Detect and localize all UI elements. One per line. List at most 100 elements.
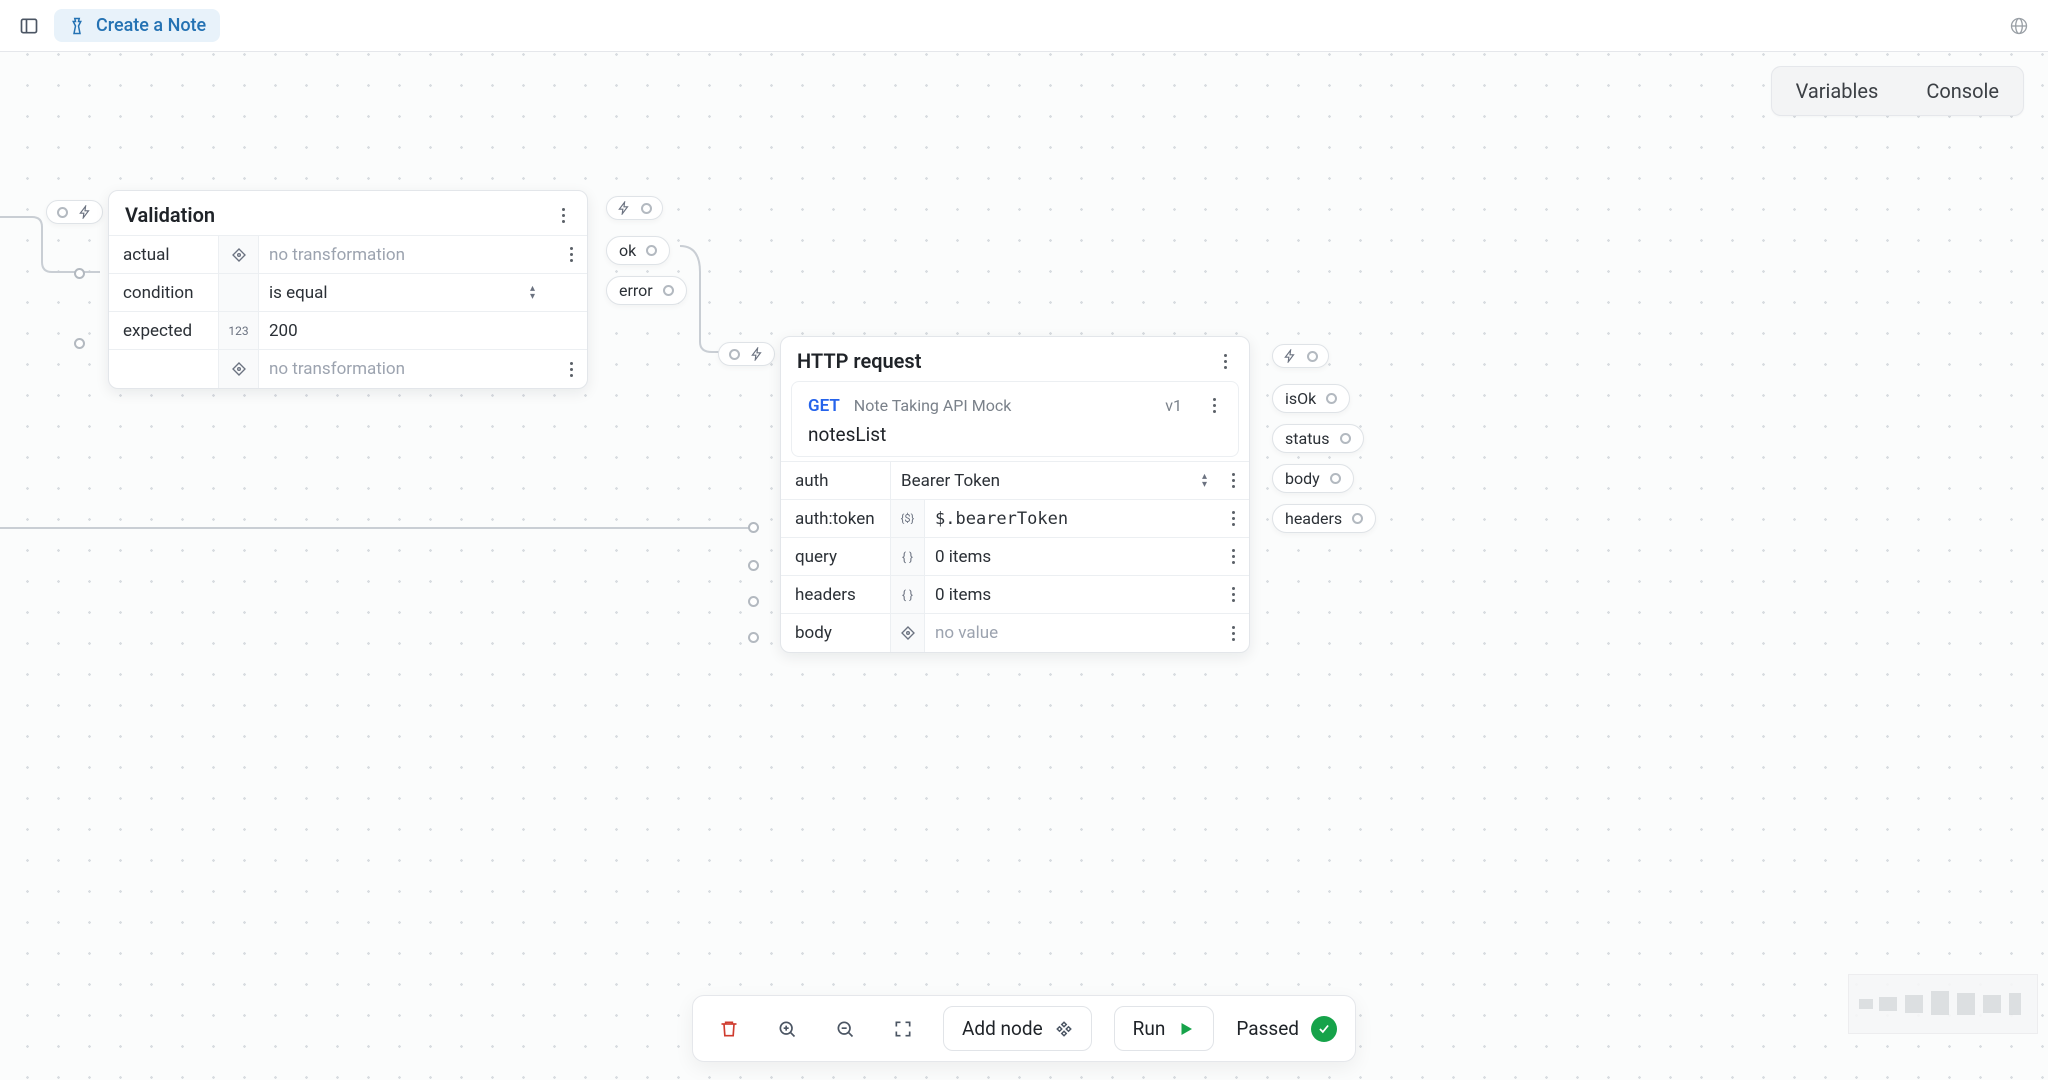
fit-view-button[interactable] — [885, 1011, 921, 1047]
http-run-port[interactable] — [1272, 344, 1329, 368]
validation-run-port[interactable] — [606, 196, 663, 220]
row-value[interactable]: is equal ▴▾ — [259, 274, 555, 311]
row-value[interactable]: 0 items — [925, 576, 1217, 613]
validation-node-title: Validation — [125, 203, 215, 227]
bolt-icon — [617, 201, 631, 215]
row-label: query — [781, 538, 891, 575]
validation-output-error[interactable]: error — [606, 276, 687, 305]
validation-row-actual: actual no transformation — [109, 236, 587, 274]
validation-output-ok[interactable]: ok — [606, 236, 670, 265]
row-value[interactable]: $.bearerToken — [925, 500, 1217, 537]
panel-toggle-icon[interactable] — [14, 11, 44, 41]
row-label: condition — [109, 274, 219, 311]
bolt-icon — [750, 347, 764, 361]
http-input-handle-1[interactable] — [748, 522, 759, 533]
run-button[interactable]: Run — [1114, 1006, 1215, 1051]
validation-input-handle-2[interactable] — [74, 338, 85, 349]
http-request-node[interactable]: HTTP request GET Note Taking API Mock v1… — [780, 336, 1250, 653]
row-menu[interactable] — [1225, 469, 1241, 492]
minimap[interactable] — [1848, 974, 2038, 1034]
port-ring-icon — [1330, 473, 1341, 484]
workspace-title-pill[interactable]: Create a Note — [54, 9, 220, 42]
row-label: auth — [781, 462, 891, 499]
row-menu[interactable] — [1225, 583, 1241, 606]
row-menu[interactable] — [1225, 545, 1241, 568]
http-input-handle-3[interactable] — [748, 596, 759, 607]
transform-icon[interactable] — [219, 236, 259, 273]
row-value[interactable]: Bearer Token — [891, 462, 1185, 499]
http-endpoint-summary[interactable]: GET Note Taking API Mock v1 notesList — [791, 381, 1239, 457]
http-row-auth-token: auth:token {$} $.bearerToken — [781, 500, 1249, 538]
http-node-menu[interactable] — [1217, 350, 1233, 373]
row-label: auth:token — [781, 500, 891, 537]
row-menu[interactable] — [563, 243, 579, 266]
http-output-isok[interactable]: isOk — [1272, 384, 1350, 413]
row-value[interactable]: 200 — [259, 312, 555, 349]
transform-icon[interactable] — [891, 614, 925, 652]
row-menu[interactable] — [1225, 622, 1241, 645]
object-badge-icon: { } — [891, 576, 925, 613]
select-caret-icon[interactable]: ▴▾ — [530, 285, 545, 301]
status-passed-icon — [1311, 1016, 1337, 1042]
select-caret-icon[interactable]: ▴▾ — [1202, 473, 1217, 489]
bottom-toolbar: Add node Run Passed — [692, 995, 1356, 1062]
type-badge-number: 123 — [219, 312, 259, 349]
http-output-headers[interactable]: headers — [1272, 504, 1376, 533]
http-row-headers: headers { } 0 items — [781, 576, 1249, 614]
port-ring-icon — [663, 285, 674, 296]
row-label: body — [781, 614, 891, 652]
row-label: actual — [109, 236, 219, 273]
port-ring-icon — [641, 203, 652, 214]
http-api-version: v1 — [1165, 396, 1182, 415]
http-row-body: body no value — [781, 614, 1249, 652]
type-badge — [219, 274, 259, 311]
port-ring-icon — [729, 349, 740, 360]
port-ring-icon — [1326, 393, 1337, 404]
row-label: expected — [109, 312, 219, 349]
http-input-handle-4[interactable] — [748, 632, 759, 643]
http-node-title: HTTP request — [797, 349, 921, 373]
right-panel-tabs: Variables Console — [1771, 66, 2024, 116]
var-badge-icon: {$} — [891, 500, 925, 537]
port-ring-icon — [1307, 351, 1318, 362]
http-endpoint-name: notesList — [808, 423, 1222, 446]
bolt-icon — [1283, 349, 1297, 363]
row-menu[interactable] — [1225, 507, 1241, 530]
workspace-title: Create a Note — [96, 15, 206, 36]
http-output-status[interactable]: status — [1272, 424, 1364, 453]
upstream-trigger-port[interactable] — [46, 200, 103, 224]
object-badge-icon: { } — [891, 538, 925, 575]
port-ring-icon — [1340, 433, 1351, 444]
http-api-name: Note Taking API Mock — [854, 396, 1012, 415]
globe-icon[interactable] — [2004, 11, 2034, 41]
http-output-body[interactable]: body — [1272, 464, 1354, 493]
row-value[interactable]: no transformation — [259, 236, 555, 273]
http-row-query: query { } 0 items — [781, 538, 1249, 576]
delete-button[interactable] — [711, 1011, 747, 1047]
validation-input-handle-1[interactable] — [74, 268, 85, 279]
http-row-auth: auth Bearer Token ▴▾ — [781, 462, 1249, 500]
run-status: Passed — [1236, 1016, 1337, 1042]
http-input-handle-2[interactable] — [748, 560, 759, 571]
validation-row-expected: expected 123 200 — [109, 312, 587, 350]
port-ring-icon — [57, 207, 68, 218]
row-value[interactable]: no transformation — [259, 350, 555, 388]
zoom-out-button[interactable] — [827, 1011, 863, 1047]
validation-row-condition: condition is equal ▴▾ — [109, 274, 587, 312]
tab-console[interactable]: Console — [1902, 67, 2023, 115]
zoom-in-button[interactable] — [769, 1011, 805, 1047]
transform-icon[interactable] — [219, 350, 259, 388]
canvas[interactable]: Variables Console Validation actual — [0, 52, 2048, 1080]
row-value[interactable]: 0 items — [925, 538, 1217, 575]
tab-variables[interactable]: Variables — [1772, 67, 1903, 115]
http-endpoint-menu[interactable] — [1206, 394, 1222, 417]
port-ring-icon — [646, 245, 657, 256]
http-trigger-port[interactable] — [718, 342, 775, 366]
play-icon — [1177, 1020, 1195, 1038]
add-node-icon — [1055, 1020, 1073, 1038]
add-node-button[interactable]: Add node — [943, 1006, 1092, 1051]
validation-node-menu[interactable] — [555, 204, 571, 227]
row-menu[interactable] — [563, 358, 579, 381]
validation-node[interactable]: Validation actual no transformation cond… — [108, 190, 588, 389]
row-value[interactable]: no value — [925, 614, 1217, 652]
